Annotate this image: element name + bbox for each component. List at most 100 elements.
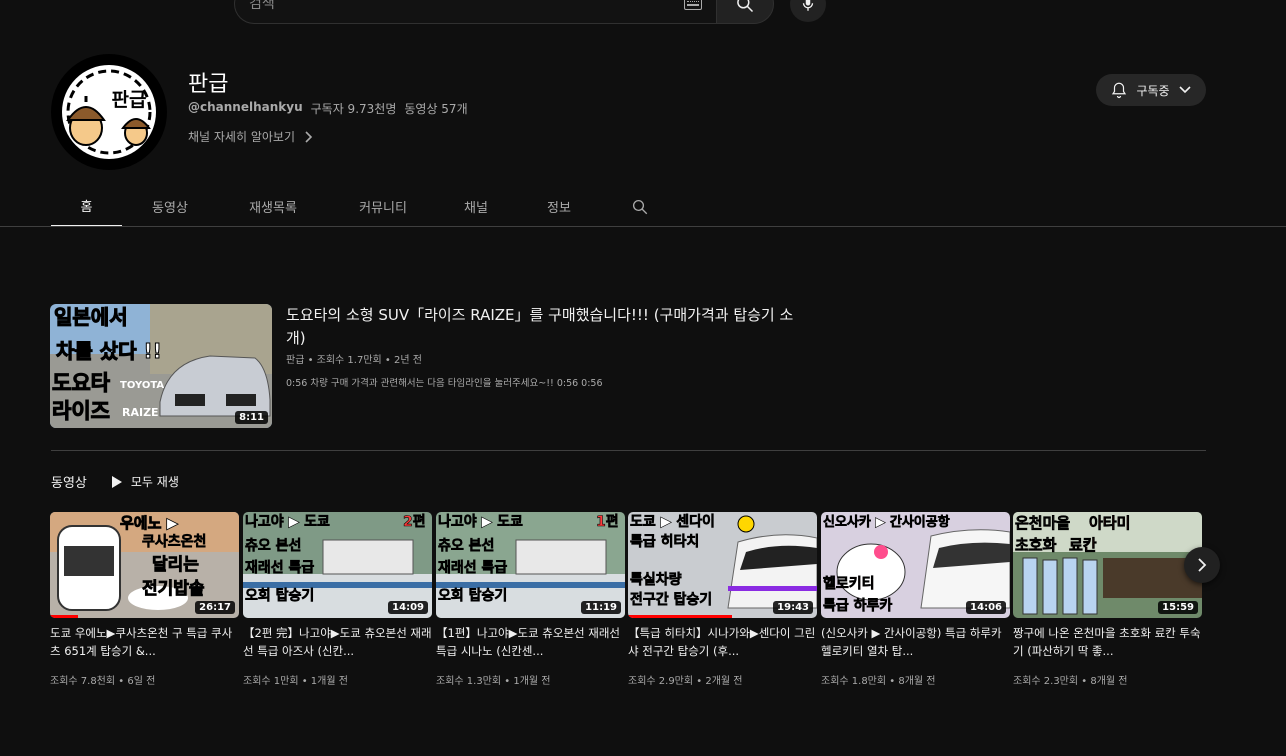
video-thumbnail[interactable]: 나고야 ▶ 도쿄 1편 츄오 본선 재래선 특급 오회 탑승기 11:19 (436, 512, 625, 618)
search-bar (234, 0, 826, 24)
channel-name: 판급 (188, 72, 229, 97)
chevron-down-icon (1178, 86, 1191, 94)
video-meta: 조회수 1.8만회 • 8개월 전 (821, 676, 936, 687)
tab-home[interactable]: 홈 (51, 186, 122, 227)
bell-icon (1112, 82, 1127, 99)
svg-text:2편: 2편 (403, 513, 426, 530)
svg-text:츄오 본선: 츄오 본선 (438, 538, 494, 554)
tab-playlists[interactable]: 재생목록 (218, 186, 328, 227)
play-icon (111, 475, 122, 488)
video-card[interactable]: 나고야 ▶ 도쿄 2편 츄오 본선 재래선 특급 오회 탑승기 14:09 【2… (243, 512, 432, 687)
videos-shelf: 우에노 ▶ 쿠사츠온천 달리는 전기밥솥 26:17 도쿄 우에노▶쿠사츠온천 … (50, 512, 1202, 712)
video-card[interactable]: 우에노 ▶ 쿠사츠온천 달리는 전기밥솥 26:17 도쿄 우에노▶쿠사츠온천 … (50, 512, 239, 687)
svg-text:특급 하루카: 특급 하루카 (823, 597, 892, 614)
tabs-divider (0, 226, 1286, 227)
video-meta: 조회수 1만회 • 1개월 전 (243, 676, 348, 687)
svg-text:달리는: 달리는 (152, 554, 199, 575)
channel-more-link[interactable]: 채널 자세히 알아보기 (188, 128, 313, 145)
svg-text:오회 탑승기: 오회 탑승기 (438, 588, 507, 604)
tab-about[interactable]: 정보 (514, 186, 604, 227)
keyboard-icon[interactable] (684, 0, 702, 10)
featured-video-thumbnail[interactable]: 일본에서 차를 샀다 !! 도요타 라이즈 TOYOTA RAIZE 8:11 (50, 304, 272, 428)
svg-text:판급: 판급 (112, 89, 147, 111)
video-title[interactable]: 짱구에 나온 온천마을 초호화 료칸 투숙기 (파산하기 딱 좋... (1013, 624, 1202, 662)
video-thumbnail[interactable]: 나고야 ▶ 도쿄 2편 츄오 본선 재래선 특급 오회 탑승기 14:09 (243, 512, 432, 618)
video-thumbnail[interactable]: 우에노 ▶ 쿠사츠온천 달리는 전기밥솥 26:17 (50, 512, 239, 618)
video-thumbnail[interactable]: 온천마을 아타미 초호화 료칸 15:59 (1013, 512, 1202, 618)
video-title[interactable]: 도쿄 우에노▶쿠사츠온천 구 특급 쿠사츠 651계 탑승기 &... (50, 624, 239, 662)
chevron-right-icon (1198, 558, 1207, 572)
svg-text:신오사카 ▶ 간사이공항: 신오사카 ▶ 간사이공항 (823, 514, 950, 530)
microphone-icon (802, 0, 814, 11)
watch-progress-bar (628, 615, 732, 618)
search-box[interactable] (234, 0, 716, 24)
play-all-button[interactable]: 모두 재생 (111, 473, 179, 490)
tab-channels[interactable]: 채널 (438, 186, 514, 227)
channel-tabs: 홈 동영상 재생목록 커뮤니티 채널 정보 (51, 186, 676, 227)
video-title[interactable]: 【특급 히타치】시나가와▶센다이 그린샤 전구간 탑승기 (후... (628, 624, 817, 662)
channel-avatar[interactable]: 판급 (51, 54, 167, 170)
video-card[interactable]: 도쿄 ▶ 센다이 특급 히타치 특실차량 전구간 탑승기 19:43 【특급 히… (628, 512, 817, 687)
video-thumbnail[interactable]: 신오사카 ▶ 간사이공항 헬로키티 특급 하루카 14:06 (821, 512, 1010, 618)
shelf-title[interactable]: 동영상 (51, 472, 87, 491)
video-duration: 15:59 (1158, 601, 1198, 614)
section-divider (51, 450, 1206, 451)
acorn-logo-icon: 판급 (54, 57, 164, 167)
channel-handle: @channelhankyu (188, 100, 303, 114)
svg-text:온천마을: 온천마을 (1015, 514, 1070, 532)
search-button[interactable] (716, 0, 774, 24)
tab-community[interactable]: 커뮤니티 (328, 186, 438, 227)
svg-text:나고야 ▶ 도쿄: 나고야 ▶ 도쿄 (245, 513, 330, 530)
svg-text:나고야 ▶ 도쿄: 나고야 ▶ 도쿄 (438, 513, 523, 530)
svg-text:료칸: 료칸 (1069, 536, 1097, 554)
video-duration: 19:43 (773, 601, 813, 614)
video-title[interactable]: (신오사카 ▶ 간사이공항) 특급 하루카 헬로키티 열차 탑... (821, 624, 1010, 662)
svg-text:츄오 본선: 츄오 본선 (245, 538, 301, 554)
svg-text:아타미: 아타미 (1089, 514, 1130, 532)
video-thumbnail[interactable]: 도쿄 ▶ 센다이 특급 히타치 특실차량 전구간 탑승기 19:43 (628, 512, 817, 618)
video-count: 동영상 57개 (404, 102, 468, 116)
subscriber-count: 구독자 9.73천명 (310, 102, 397, 116)
featured-duration: 8:11 (235, 411, 268, 424)
search-input[interactable] (249, 0, 629, 12)
video-card[interactable]: 온천마을 아타미 초호화 료칸 15:59 짱구에 나온 온천마을 초호화 료칸… (1013, 512, 1202, 687)
svg-text:특급 히타치: 특급 히타치 (630, 533, 699, 550)
search-icon (737, 0, 754, 13)
svg-text:TOYOTA: TOYOTA (120, 380, 164, 391)
video-card[interactable]: 신오사카 ▶ 간사이공항 헬로키티 특급 하루카 14:06 (신오사카 ▶ 간… (821, 512, 1010, 687)
video-title[interactable]: 【2편 完】나고야▶도쿄 츄오본선 재래선 특급 아즈사 (신칸... (243, 624, 432, 662)
featured-video-title[interactable]: 도요타의 소형 SUV「라이즈 RAIZE」를 구매했습니다!!! (구매가격과… (286, 304, 796, 350)
svg-text:RAIZE: RAIZE (122, 406, 159, 419)
svg-text:특실차량: 특실차량 (630, 572, 682, 588)
video-card[interactable]: 나고야 ▶ 도쿄 1편 츄오 본선 재래선 특급 오회 탑승기 11:19 【1… (436, 512, 625, 687)
voice-search-button[interactable] (790, 0, 826, 22)
svg-text:우에노 ▶: 우에노 ▶ (120, 514, 179, 532)
svg-text:초호화: 초호화 (1015, 536, 1057, 554)
featured-thumbnail-image: 일본에서 차를 샀다 !! 도요타 라이즈 TOYOTA RAIZE (50, 304, 272, 428)
svg-text:오회 탑승기: 오회 탑승기 (245, 588, 314, 604)
channel-meta: @channelhankyu 구독자 9.73천명 동영상 57개 (188, 100, 468, 117)
video-duration: 11:19 (581, 601, 621, 614)
chevron-right-icon (305, 130, 313, 143)
video-meta: 조회수 2.3만회 • 8개월 전 (1013, 676, 1128, 687)
video-duration: 26:17 (195, 601, 235, 614)
video-meta: 조회수 7.8천회 • 6일 전 (50, 676, 156, 687)
featured-video-meta: 판급 • 조회수 1.7만회 • 2년 전 (286, 355, 422, 366)
svg-text:전구간 탑승기: 전구간 탑승기 (630, 591, 712, 608)
svg-text:전기밥솥: 전기밥솥 (142, 579, 205, 599)
video-duration: 14:09 (388, 601, 428, 614)
subscribe-button[interactable]: 구독중 (1096, 74, 1206, 106)
subscribe-label: 구독중 (1136, 83, 1170, 98)
svg-text:재래선 특급: 재래선 특급 (438, 560, 507, 576)
tab-search[interactable] (604, 186, 676, 227)
svg-text:도요타: 도요타 (52, 371, 111, 395)
video-duration: 14:06 (966, 601, 1006, 614)
search-icon (632, 199, 648, 214)
channel-more-label: 채널 자세히 알아보기 (188, 130, 295, 144)
svg-text:일본에서: 일본에서 (54, 305, 128, 329)
tab-videos[interactable]: 동영상 (122, 186, 218, 227)
svg-text:라이즈: 라이즈 (52, 399, 110, 423)
shelf-next-button[interactable] (1184, 547, 1220, 583)
video-title[interactable]: 【1편】나고야▶도쿄 츄오본선 재래선 특급 시나노 (신칸센... (436, 624, 625, 662)
svg-text:1편: 1편 (596, 513, 619, 530)
